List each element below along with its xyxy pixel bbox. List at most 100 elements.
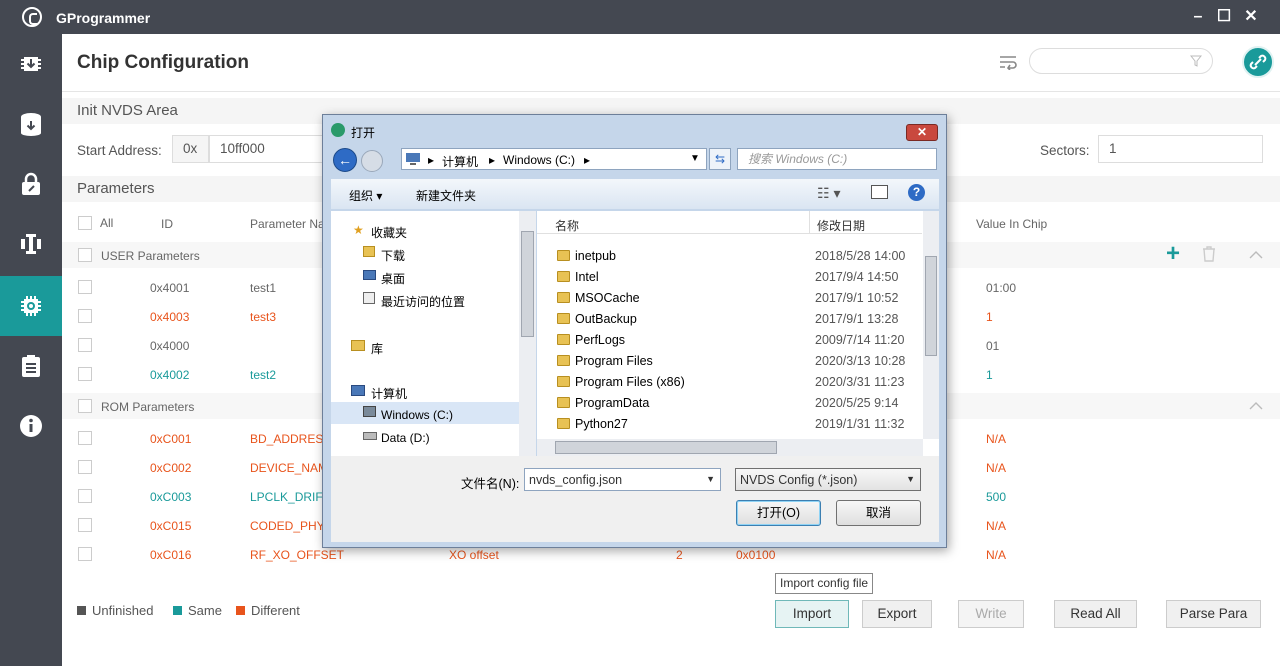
chevron-down-icon[interactable]: ▼ bbox=[706, 474, 715, 484]
filename-input[interactable]: nvds_config.json ▼ bbox=[524, 468, 721, 491]
path-separator: ▸ bbox=[428, 153, 435, 167]
read-all-button[interactable]: Read All bbox=[1054, 600, 1137, 628]
folder-icon bbox=[557, 397, 570, 408]
organize-button[interactable]: 组织 ▾ bbox=[349, 187, 382, 204]
maximize-button[interactable]: ☐ bbox=[1213, 6, 1235, 28]
name-column-header[interactable]: 名称 bbox=[555, 217, 579, 234]
chevron-down-icon[interactable]: ▼ bbox=[906, 474, 915, 484]
import-button[interactable]: Import bbox=[775, 600, 849, 628]
help-icon[interactable]: ? bbox=[908, 184, 925, 201]
row-checkbox[interactable] bbox=[78, 367, 92, 381]
search-input[interactable] bbox=[1029, 48, 1213, 74]
dialog-open-button[interactable]: 打开(O) bbox=[736, 500, 821, 526]
date-column-header[interactable]: 修改日期 bbox=[817, 217, 865, 234]
nav-drive-d[interactable]: Data (D:) bbox=[381, 431, 430, 445]
row-checkbox[interactable] bbox=[78, 280, 92, 294]
file-list-item[interactable]: Program Files 2020/3/13 10:28 bbox=[537, 351, 927, 372]
nav-library[interactable]: 库 bbox=[371, 340, 383, 357]
file-scroll-thumb[interactable] bbox=[925, 256, 937, 356]
row-id: 0xC001 bbox=[150, 432, 192, 446]
forward-button[interactable] bbox=[361, 150, 383, 172]
file-list-item[interactable]: Python27 2019/1/31 11:32 bbox=[537, 414, 927, 435]
nav-database[interactable] bbox=[0, 94, 62, 154]
dialog-bottom: 文件名(N): nvds_config.json ▼ NVDS Config (… bbox=[331, 456, 939, 542]
nav-recent[interactable]: 最近访问的位置 bbox=[381, 293, 465, 310]
row-id: 0x4000 bbox=[150, 339, 190, 353]
file-list-hscrollbar[interactable] bbox=[537, 439, 923, 456]
wrap-text-icon[interactable] bbox=[999, 54, 1017, 70]
filetype-value: NVDS Config (*.json) bbox=[740, 473, 858, 487]
close-button[interactable]: ✕ bbox=[1240, 6, 1262, 28]
file-name: Program Files bbox=[575, 354, 653, 368]
dialog-close-button[interactable]: ✕ bbox=[906, 124, 938, 141]
nav-lock[interactable] bbox=[0, 154, 62, 214]
collapse-up-icon[interactable] bbox=[1249, 250, 1263, 259]
file-hscroll-thumb[interactable] bbox=[555, 441, 777, 454]
write-button[interactable]: Write bbox=[958, 600, 1024, 628]
collapse-up-icon[interactable] bbox=[1249, 401, 1263, 410]
desktop-icon bbox=[363, 270, 376, 280]
row-checkbox[interactable] bbox=[78, 431, 92, 445]
new-folder-button[interactable]: 新建文件夹 bbox=[416, 187, 476, 204]
start-address-input[interactable]: 10ff000 bbox=[209, 135, 329, 163]
legend-same-label: Same bbox=[188, 603, 222, 618]
row-checkbox[interactable] bbox=[78, 338, 92, 352]
computer-icon bbox=[406, 153, 420, 165]
preview-pane-icon[interactable] bbox=[871, 185, 888, 199]
row-description: XO offset bbox=[449, 548, 499, 562]
folder-icon bbox=[557, 313, 570, 324]
minimize-button[interactable]: – bbox=[1187, 6, 1209, 28]
nav-scroll-thumb[interactable] bbox=[521, 231, 534, 337]
dialog-search-input[interactable]: 搜索 Windows (C:) bbox=[737, 148, 937, 170]
path-drive-c[interactable]: Windows (C:) bbox=[503, 153, 575, 167]
dialog-app-icon bbox=[331, 123, 345, 137]
row-checkbox[interactable] bbox=[78, 460, 92, 474]
nav-chip-configuration[interactable] bbox=[0, 276, 62, 336]
user-group-checkbox[interactable] bbox=[78, 248, 92, 262]
nav-favorites[interactable]: 收藏夹 bbox=[371, 224, 407, 241]
file-list-item[interactable]: ProgramData 2020/5/25 9:14 bbox=[537, 393, 927, 414]
nav-drive-c[interactable]: Windows (C:) bbox=[381, 408, 453, 422]
nav-log[interactable] bbox=[0, 336, 62, 396]
chip-settings-icon bbox=[21, 296, 41, 316]
chevron-down-icon[interactable]: ▼ bbox=[690, 153, 700, 164]
file-list-item[interactable]: MSOCache 2017/9/1 10:52 bbox=[537, 288, 927, 309]
file-list-item[interactable]: PerfLogs 2009/7/14 11:20 bbox=[537, 330, 927, 351]
filter-icon[interactable] bbox=[1190, 55, 1202, 67]
path-computer[interactable]: 计算机 bbox=[442, 153, 478, 170]
nav-computer[interactable]: 计算机 bbox=[371, 385, 407, 402]
row-checkbox[interactable] bbox=[78, 547, 92, 561]
database-icon bbox=[21, 113, 41, 136]
file-list-item[interactable]: Program Files (x86) 2020/3/31 11:23 bbox=[537, 372, 927, 393]
select-all-checkbox[interactable] bbox=[78, 216, 92, 230]
delete-icon[interactable] bbox=[1202, 246, 1216, 262]
add-parameter-icon[interactable]: + bbox=[1166, 240, 1180, 268]
view-options-icon[interactable]: ☷ ▾ bbox=[817, 185, 840, 202]
export-button[interactable]: Export bbox=[862, 600, 932, 628]
nav-desktop[interactable]: 桌面 bbox=[381, 270, 405, 287]
nav-chip-download[interactable] bbox=[0, 34, 62, 94]
nav-connection[interactable] bbox=[0, 214, 62, 274]
file-list-item[interactable]: OutBackup 2017/9/1 13:28 bbox=[537, 309, 927, 330]
row-id: 0x4003 bbox=[150, 310, 190, 324]
address-bar[interactable]: ▸ 计算机 ▸ Windows (C:) ▸ ▼ bbox=[401, 148, 707, 170]
nav-scrollbar[interactable] bbox=[519, 211, 536, 456]
file-list-item[interactable]: inetpub 2018/5/28 14:00 bbox=[537, 246, 927, 267]
file-date: 2020/5/25 9:14 bbox=[815, 396, 899, 410]
row-checkbox[interactable] bbox=[78, 518, 92, 532]
connect-link-button[interactable] bbox=[1242, 46, 1274, 78]
refresh-icon[interactable]: ⇆ bbox=[709, 148, 731, 170]
file-list-scrollbar[interactable] bbox=[923, 211, 939, 439]
row-checkbox[interactable] bbox=[78, 309, 92, 323]
dialog-cancel-button[interactable]: 取消 bbox=[836, 500, 921, 526]
nav-downloads[interactable]: 下载 bbox=[381, 247, 405, 264]
sectors-input[interactable]: 1 bbox=[1098, 135, 1263, 163]
nav-info[interactable] bbox=[0, 396, 62, 456]
row-value-in-chip: N/A bbox=[986, 548, 1007, 562]
parse-para-button[interactable]: Parse Para bbox=[1166, 600, 1261, 628]
back-button[interactable]: ← bbox=[333, 148, 357, 172]
rom-group-checkbox[interactable] bbox=[78, 399, 92, 413]
filetype-select[interactable]: NVDS Config (*.json) ▼ bbox=[735, 468, 921, 491]
file-list-item[interactable]: Intel 2017/9/4 14:50 bbox=[537, 267, 927, 288]
row-checkbox[interactable] bbox=[78, 489, 92, 503]
